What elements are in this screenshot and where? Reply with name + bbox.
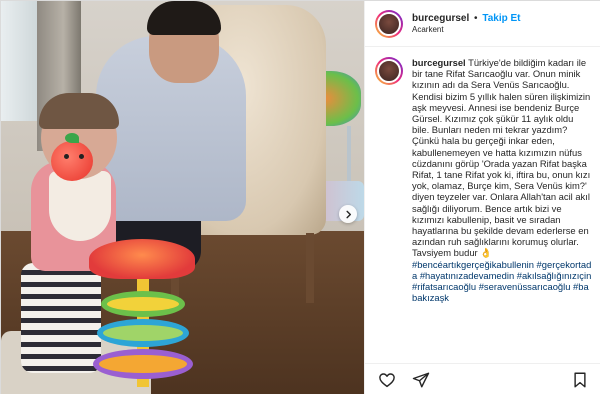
caption-area: burcegursel Türkiye'de bildiğim kadarı i… <box>365 57 600 357</box>
avatar[interactable] <box>375 9 403 38</box>
caption-username-link[interactable]: burcegursel <box>412 57 466 68</box>
photo-chair-leg <box>306 233 314 303</box>
like-button[interactable] <box>377 370 397 390</box>
chevron-right-icon <box>345 210 351 218</box>
location-link[interactable]: Acarkent <box>412 25 520 35</box>
username-link[interactable]: burcegursel <box>412 13 469 24</box>
caption-hashtags[interactable]: #bencéartıkgerçeğikabullenin #gerçekorta… <box>412 259 592 304</box>
separator-dot: • <box>474 12 478 24</box>
strawberry-leaf-icon <box>65 133 79 143</box>
caption-body: Türkiye'de bildiğim kadarı ile bir tane … <box>412 57 591 259</box>
follow-button[interactable]: Takip Et <box>482 13 520 24</box>
photo-baby-leggings <box>21 263 101 373</box>
photo-window <box>1 1 41 121</box>
photo-toy-ring <box>97 319 189 347</box>
post-side-panel: burcegursel • Takip Et Acarkent burcegur… <box>364 1 600 394</box>
share-button[interactable] <box>411 370 431 390</box>
post-header: burcegursel • Takip Et Acarkent <box>365 1 600 47</box>
paper-plane-icon <box>412 372 430 387</box>
strawberry-sticker-icon <box>51 141 93 181</box>
save-button[interactable] <box>570 370 590 390</box>
sticker-eye <box>79 154 84 159</box>
action-bar <box>365 363 600 394</box>
caption-avatar[interactable] <box>375 57 403 85</box>
post-photo[interactable] <box>1 1 364 394</box>
instagram-post: burcegursel • Takip Et Acarkent burcegur… <box>0 0 600 394</box>
caption-text: burcegursel Türkiye'de bildiğim kadarı i… <box>412 57 592 357</box>
photo-toy-ring <box>93 349 193 379</box>
heart-icon <box>379 372 395 387</box>
bookmark-icon <box>574 372 586 387</box>
sticker-eye <box>64 154 69 159</box>
photo-baby-hair <box>39 93 119 129</box>
photo-toy-top <box>89 239 195 279</box>
next-slide-button[interactable] <box>339 205 357 223</box>
photo-baby-bib <box>49 171 111 241</box>
photo-toy-ring <box>101 291 185 317</box>
photo-man-hair <box>147 1 221 35</box>
